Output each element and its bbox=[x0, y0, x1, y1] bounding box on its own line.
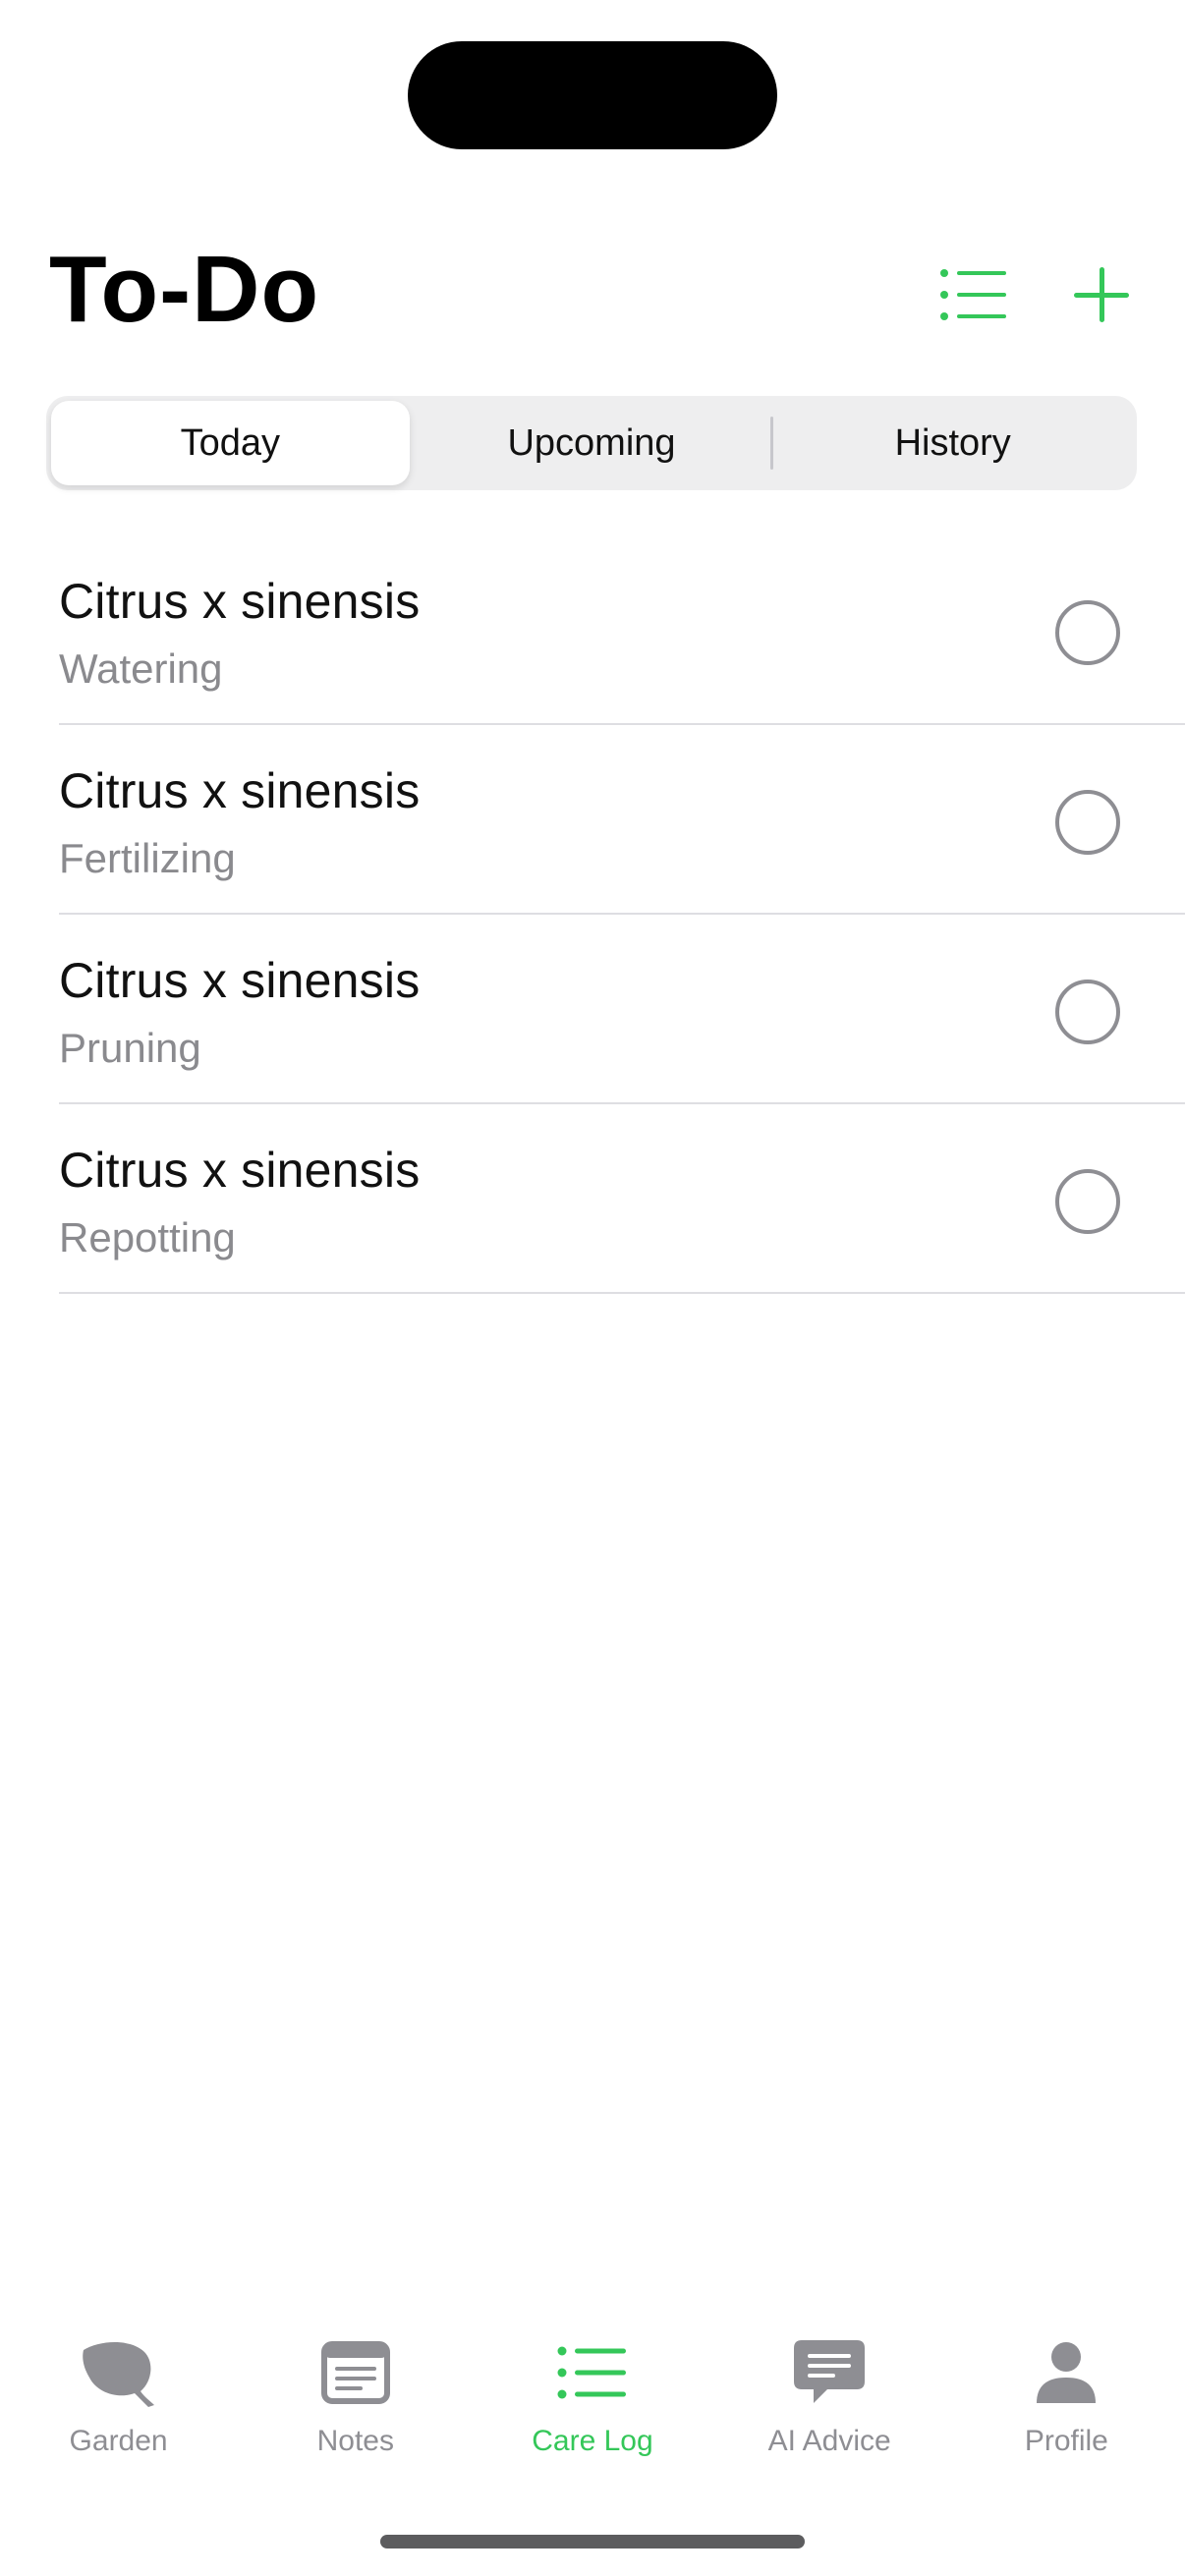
complete-checkbox[interactable] bbox=[1055, 1169, 1120, 1234]
segment-history[interactable]: History bbox=[773, 401, 1132, 485]
task-plant-name: Citrus x sinensis bbox=[59, 763, 421, 818]
home-indicator[interactable] bbox=[380, 2535, 805, 2548]
task-plant-name: Citrus x sinensis bbox=[59, 574, 421, 629]
list-item[interactable]: Citrus x sinensis Repotting bbox=[59, 1104, 1185, 1294]
task-type: Repotting bbox=[59, 1214, 236, 1260]
tab-garden[interactable]: Garden bbox=[21, 2328, 217, 2495]
add-button[interactable] bbox=[1057, 251, 1146, 339]
task-type: Pruning bbox=[59, 1025, 201, 1071]
tab-label: Garden bbox=[69, 2425, 168, 2457]
segment-today[interactable]: Today bbox=[51, 401, 410, 485]
task-plant-name: Citrus x sinensis bbox=[59, 953, 421, 1008]
tab-label: Notes bbox=[316, 2425, 394, 2457]
header: To-Do bbox=[49, 231, 1136, 349]
segment-upcoming[interactable]: Upcoming bbox=[413, 401, 771, 485]
complete-checkbox[interactable] bbox=[1055, 980, 1120, 1044]
tab-care-log[interactable]: Care Log bbox=[494, 2328, 691, 2495]
list-bullet-icon bbox=[557, 2346, 626, 2399]
tab-label: Care Log bbox=[532, 2425, 653, 2457]
complete-checkbox[interactable] bbox=[1055, 600, 1120, 665]
list-view-button[interactable] bbox=[930, 251, 1018, 339]
segmented-control: Today Upcoming History bbox=[46, 396, 1137, 490]
plus-icon bbox=[1074, 267, 1129, 322]
list-bullet-icon bbox=[940, 269, 1006, 320]
tab-bar: Garden Notes Care Log AI Advice Profile bbox=[0, 2328, 1185, 2495]
list-item[interactable]: Citrus x sinensis Pruning bbox=[59, 915, 1185, 1104]
note-icon bbox=[320, 2341, 390, 2404]
tab-label: AI Advice bbox=[767, 2425, 891, 2457]
task-type: Fertilizing bbox=[59, 835, 236, 881]
chat-bubble-icon bbox=[794, 2340, 866, 2403]
tab-notes[interactable]: Notes bbox=[257, 2328, 454, 2495]
tab-profile[interactable]: Profile bbox=[968, 2328, 1164, 2495]
dynamic-island bbox=[408, 41, 777, 149]
screen: To-Do Today Upcoming History Citrus x si… bbox=[0, 0, 1185, 2576]
tab-ai-advice[interactable]: AI Advice bbox=[731, 2328, 928, 2495]
task-type: Watering bbox=[59, 645, 223, 692]
task-plant-name: Citrus x sinensis bbox=[59, 1143, 421, 1198]
complete-checkbox[interactable] bbox=[1055, 790, 1120, 855]
leaf-icon bbox=[82, 2342, 154, 2407]
tab-label: Profile bbox=[1024, 2425, 1108, 2457]
person-icon bbox=[1037, 2342, 1097, 2403]
list-item[interactable]: Citrus x sinensis Watering bbox=[59, 535, 1185, 725]
task-list: Citrus x sinensis Watering Citrus x sine… bbox=[59, 535, 1185, 1294]
list-item[interactable]: Citrus x sinensis Fertilizing bbox=[59, 725, 1185, 915]
page-title: To-Do bbox=[49, 237, 320, 342]
